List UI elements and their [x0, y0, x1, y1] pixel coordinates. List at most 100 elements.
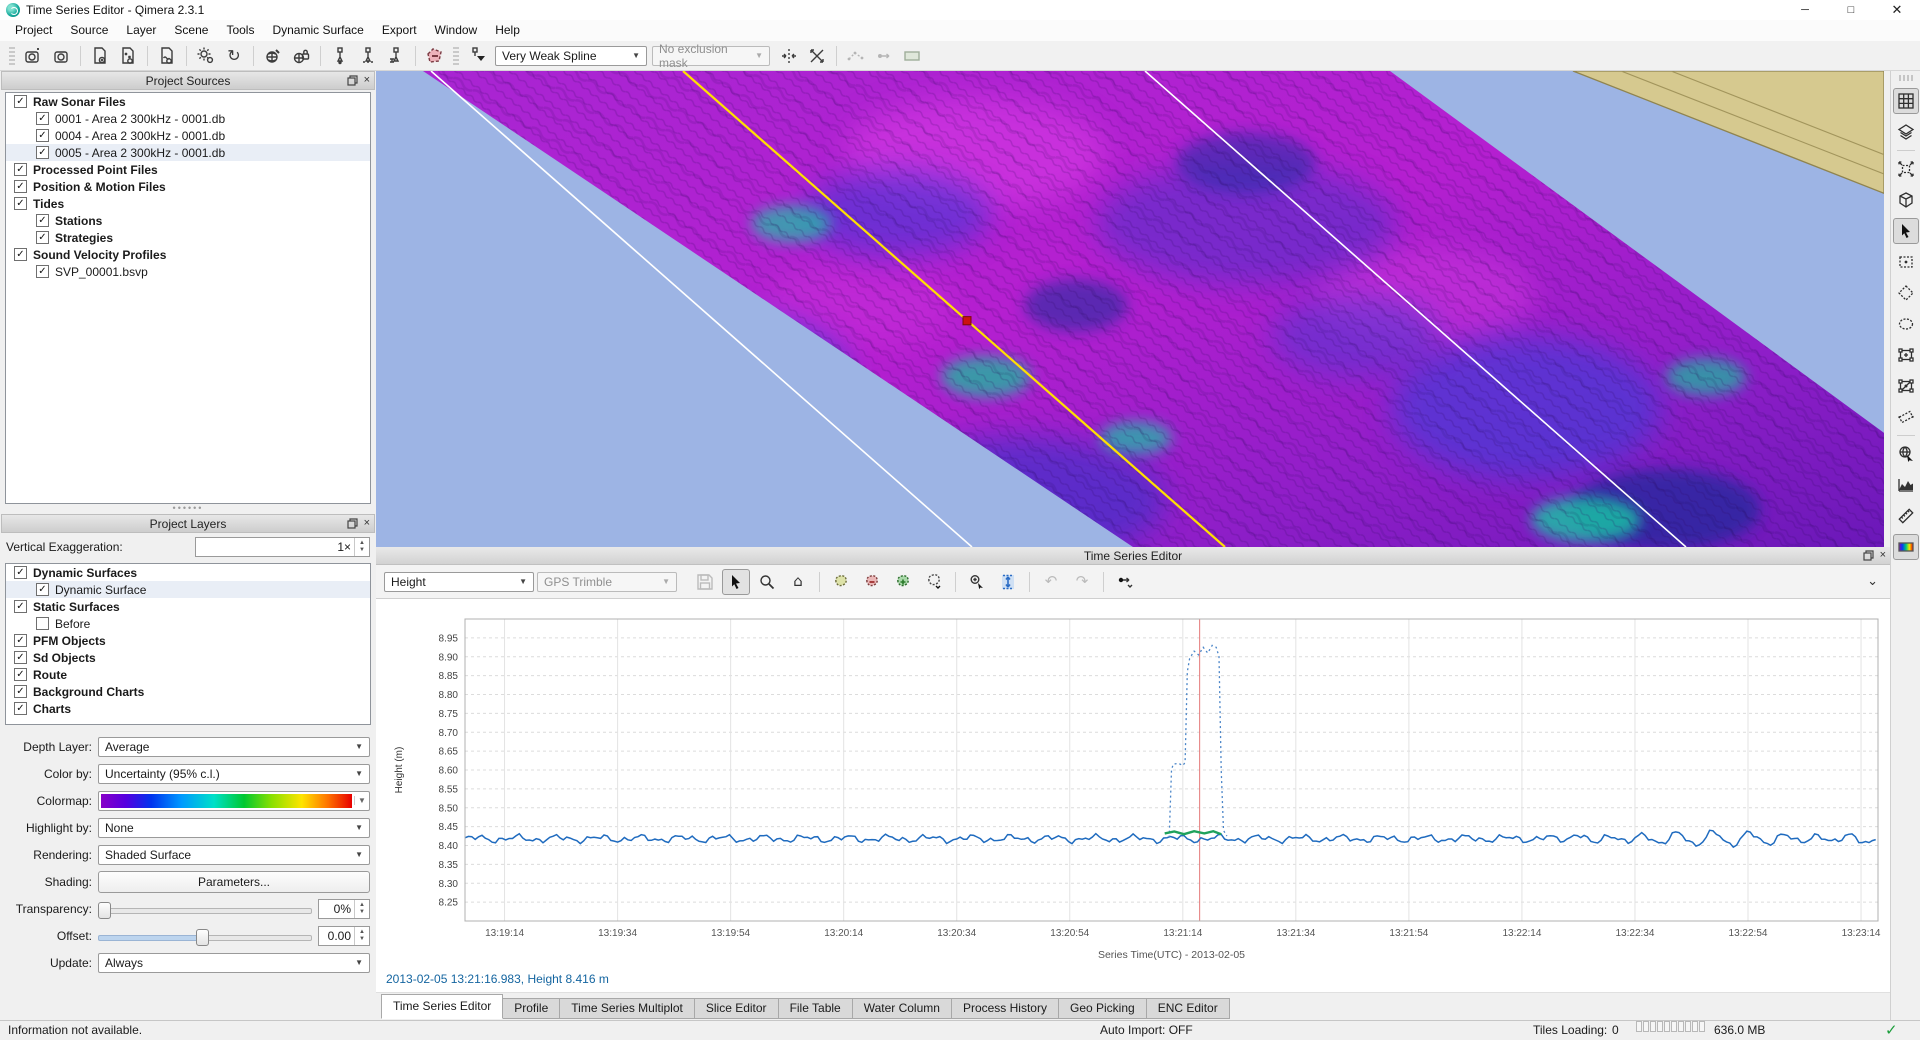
svp-apply-icon[interactable]	[383, 44, 409, 68]
checkbox[interactable]	[36, 617, 49, 630]
exclusion-mask-select[interactable]: No exclusion mask▼	[652, 46, 770, 66]
scene-3d-view[interactable]	[376, 71, 1884, 547]
snapshot-icon[interactable]	[48, 44, 74, 68]
view-3d-button[interactable]	[1893, 187, 1919, 213]
menu-export[interactable]: Export	[373, 20, 426, 41]
svp-edit-icon[interactable]	[355, 44, 381, 68]
checkbox[interactable]: ✓	[14, 566, 27, 579]
tab-geo-picking[interactable]: Geo Picking	[1058, 998, 1147, 1019]
source-item[interactable]: ✓0001 - Area 2 300kHz - 0001.db	[6, 110, 370, 127]
select-lasso-button[interactable]	[1893, 311, 1919, 337]
tse-series-select[interactable]: Height▼	[384, 572, 534, 592]
checkbox[interactable]: ✓	[14, 180, 27, 193]
transparency-spinbox[interactable]: 0% ▲▼	[318, 899, 370, 919]
update-select[interactable]: Always▼	[98, 953, 370, 973]
menu-help[interactable]: Help	[486, 20, 529, 41]
surface-edit-icon[interactable]	[260, 44, 286, 68]
close-panel-icon[interactable]: ×	[364, 73, 370, 88]
panel-splitter[interactable]: ••••••	[0, 504, 376, 514]
checkbox[interactable]: ✓	[36, 129, 49, 142]
select-rectangle-button[interactable]	[1893, 249, 1919, 275]
layer-item[interactable]: ✓Sd Objects	[6, 649, 370, 666]
tab-water-column[interactable]: Water Column	[852, 998, 952, 1019]
surface-lock-icon[interactable]	[288, 44, 314, 68]
filter-pin-icon[interactable]	[464, 44, 490, 68]
source-item[interactable]: ✓Strategies	[6, 229, 370, 246]
geo-pick-button[interactable]	[1893, 441, 1919, 467]
source-item[interactable]: ✓Sound Velocity Profiles	[6, 246, 370, 263]
menu-window[interactable]: Window	[426, 20, 487, 41]
add-file-icon[interactable]	[154, 44, 180, 68]
tab-time-series-multiplot[interactable]: Time Series Multiplot	[559, 998, 695, 1019]
dock-grip[interactable]	[1899, 75, 1913, 81]
snapshot-new-icon[interactable]	[20, 44, 46, 68]
offset-slider[interactable]	[98, 928, 312, 944]
exclusion-mask-icon[interactable]	[422, 44, 448, 68]
color-by-select[interactable]: Uncertainty (95% c.l.)▼	[98, 764, 370, 784]
time-series-chart[interactable]: 8.958.908.858.808.758.708.658.608.558.50…	[376, 604, 1890, 966]
measure-tool-button[interactable]	[1893, 503, 1919, 529]
pointer-tool-icon[interactable]	[722, 569, 750, 595]
menu-tools[interactable]: Tools	[217, 20, 263, 41]
layer-item[interactable]: ✓Background Charts	[6, 683, 370, 700]
colormap-select[interactable]: ▼	[98, 791, 370, 811]
highlight-by-select[interactable]: None▼	[98, 818, 370, 838]
source-item[interactable]: ✓Stations	[6, 212, 370, 229]
source-item[interactable]: ✓Raw Sonar Files	[6, 93, 370, 110]
maximize-button[interactable]: □	[1828, 0, 1874, 20]
float-panel-icon[interactable]	[347, 75, 358, 86]
slice-edit-button[interactable]	[1893, 373, 1919, 399]
colormap-tool-button[interactable]	[1893, 534, 1919, 560]
close-button[interactable]: ✕	[1874, 0, 1920, 20]
checkbox[interactable]: ✓	[14, 685, 27, 698]
layers-view-button[interactable]	[1893, 119, 1919, 145]
splice-lines-icon[interactable]	[804, 44, 830, 68]
spinner-buttons[interactable]: ▲▼	[354, 538, 369, 556]
source-item[interactable]: ✓0005 - Area 2 300kHz - 0001.db	[6, 144, 370, 161]
layer-item[interactable]: ✓PFM Objects	[6, 632, 370, 649]
checkbox[interactable]: ✓	[36, 146, 49, 159]
slice-add-button[interactable]	[1893, 342, 1919, 368]
grid-view-button[interactable]	[1893, 88, 1919, 114]
add-processed-points-icon[interactable]	[115, 44, 141, 68]
layer-item[interactable]: Before	[6, 615, 370, 632]
lasso-mode-icon[interactable]	[920, 569, 948, 595]
reject-selection-icon[interactable]	[858, 569, 886, 595]
tab-enc-editor[interactable]: ENC Editor	[1146, 998, 1230, 1019]
layer-item[interactable]: ✓Dynamic Surfaces	[6, 564, 370, 581]
tab-time-series-editor[interactable]: Time Series Editor	[381, 994, 503, 1019]
layer-item[interactable]: ✓Static Surfaces	[6, 598, 370, 615]
source-item[interactable]: ✓Tides	[6, 195, 370, 212]
zoom-select-icon[interactable]	[963, 569, 991, 595]
tab-file-table[interactable]: File Table	[778, 998, 853, 1019]
transparency-slider[interactable]	[98, 901, 312, 917]
slice-rotate-button[interactable]	[1893, 404, 1919, 430]
checkbox[interactable]: ✓	[14, 163, 27, 176]
checkbox[interactable]: ✓	[14, 634, 27, 647]
rendering-select[interactable]: Shaded Surface▼	[98, 845, 370, 865]
restore-selection-icon[interactable]	[889, 569, 917, 595]
checkbox[interactable]: ✓	[14, 600, 27, 613]
checkbox[interactable]: ✓	[36, 265, 49, 278]
checkbox[interactable]: ✓	[14, 95, 27, 108]
processing-settings-icon[interactable]	[193, 44, 219, 68]
source-item[interactable]: ✓0004 - Area 2 300kHz - 0001.db	[6, 127, 370, 144]
checkbox[interactable]: ✓	[14, 248, 27, 261]
float-panel-icon[interactable]	[1863, 550, 1874, 561]
tse-sensor-select[interactable]: GPS Trimble▼	[537, 572, 677, 592]
menu-layer[interactable]: Layer	[117, 20, 165, 41]
source-item[interactable]: ✓Position & Motion Files	[6, 178, 370, 195]
checkbox[interactable]: ✓	[14, 702, 27, 715]
zoom-tool-icon[interactable]	[753, 569, 781, 595]
menu-dynamic-surface[interactable]: Dynamic Surface	[263, 20, 372, 41]
pointer-tool-button[interactable]	[1893, 218, 1919, 244]
close-panel-icon[interactable]: ×	[1880, 548, 1886, 563]
layer-item[interactable]: ✓Charts	[6, 700, 370, 717]
checkbox[interactable]: ✓	[14, 197, 27, 210]
minimize-button[interactable]: ─	[1782, 0, 1828, 20]
clip-bounds-icon[interactable]	[776, 44, 802, 68]
offset-spinbox[interactable]: 0.00 ▲▼	[318, 926, 370, 946]
zoom-extents-button[interactable]	[1893, 156, 1919, 182]
tab-slice-editor[interactable]: Slice Editor	[694, 998, 779, 1019]
home-view-icon[interactable]: ⌂	[784, 569, 812, 595]
